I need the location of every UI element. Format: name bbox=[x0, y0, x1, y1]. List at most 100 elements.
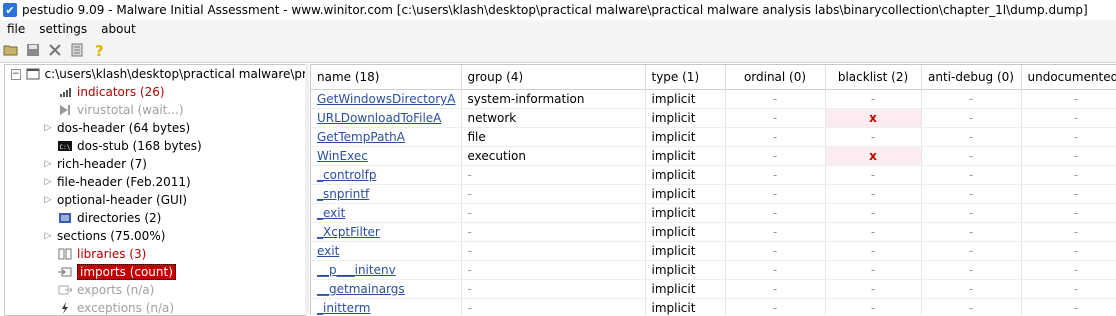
table-row[interactable]: _XcptFilter - implicit - - - - bbox=[311, 222, 1116, 242]
column-header-blacklist[interactable]: blacklist (2) bbox=[825, 65, 922, 90]
cell-type: implicit bbox=[645, 298, 726, 315]
tree-item-optional-header[interactable]: ▷ optional-header (GUI) bbox=[5, 191, 305, 209]
cell-name: _exit bbox=[311, 203, 462, 223]
cell-undocumented: - bbox=[1021, 298, 1116, 315]
column-header-anti-debug[interactable]: anti-debug (0) bbox=[921, 65, 1022, 90]
column-header-ordinal[interactable]: ordinal (0) bbox=[725, 65, 826, 90]
cell-type: implicit bbox=[645, 241, 726, 261]
help-button[interactable]: ? bbox=[88, 39, 110, 61]
cell-ordinal: - bbox=[725, 89, 826, 109]
table-row[interactable]: WinExec execution implicit - x - - bbox=[311, 146, 1116, 166]
close-button[interactable] bbox=[44, 39, 66, 61]
chevron-right-icon[interactable]: ▷ bbox=[43, 177, 53, 187]
column-header-group[interactable]: group (4) bbox=[461, 65, 646, 90]
cell-group: - bbox=[461, 222, 646, 242]
imports-table: name (18) group (4) type (1) ordinal (0)… bbox=[311, 65, 1116, 315]
import-name-link[interactable]: __getmainargs bbox=[317, 282, 405, 296]
tree-item-exceptions[interactable]: exceptions (n/a) bbox=[5, 299, 305, 315]
cell-ordinal: - bbox=[725, 279, 826, 299]
cell-type: implicit bbox=[645, 89, 726, 109]
tree-item-sections[interactable]: ▷ sections (75.00%) bbox=[5, 227, 305, 245]
cell-blacklist: x bbox=[825, 108, 922, 128]
import-name-link[interactable]: URLDownloadToFileA bbox=[317, 111, 441, 125]
import-name-link[interactable]: _controlfp bbox=[317, 168, 376, 182]
tree-root[interactable]: − c:\users\klash\desktop\practical malwa… bbox=[5, 65, 305, 83]
chevron-right-icon[interactable]: ▷ bbox=[43, 159, 53, 169]
table-row[interactable]: _initterm - implicit - - - - bbox=[311, 298, 1116, 315]
cell-blacklist: - bbox=[825, 184, 922, 204]
cell-type: implicit bbox=[645, 184, 726, 204]
import-name-link[interactable]: GetTempPathA bbox=[317, 130, 405, 144]
tree-item-file-header[interactable]: ▷ file-header (Feb.2011) bbox=[5, 173, 305, 191]
cell-antidebug: - bbox=[921, 241, 1022, 261]
open-folder-button[interactable] bbox=[0, 39, 22, 61]
table-row[interactable]: exit - implicit - - - - bbox=[311, 241, 1116, 261]
import-name-link[interactable]: exit bbox=[317, 244, 339, 258]
cell-antidebug: - bbox=[921, 165, 1022, 185]
tree-item-imports[interactable]: imports (count) bbox=[5, 263, 305, 281]
cell-antidebug: - bbox=[921, 298, 1022, 315]
import-name-link[interactable]: _XcptFilter bbox=[317, 225, 380, 239]
import-name-link[interactable]: _initterm bbox=[317, 301, 370, 315]
tree-item-indicators[interactable]: indicators (26) bbox=[5, 83, 305, 101]
cell-group: network bbox=[461, 108, 646, 128]
tree-item-label: dos-header (64 bytes) bbox=[57, 121, 191, 135]
cell-undocumented: - bbox=[1021, 127, 1116, 147]
file-icon bbox=[25, 67, 41, 81]
import-name-link[interactable]: __p___initenv bbox=[317, 263, 396, 277]
menu-about[interactable]: about bbox=[94, 22, 143, 36]
table-row[interactable]: URLDownloadToFileA network implicit - x - - bbox=[311, 108, 1116, 128]
table-row[interactable]: GetTempPathA file implicit - - - - bbox=[311, 127, 1116, 147]
tree-item-label: virustotal (wait...) bbox=[77, 103, 184, 117]
exceptions-icon bbox=[57, 301, 73, 315]
table-row[interactable]: _exit - implicit - - - - bbox=[311, 203, 1116, 223]
tree-item-dos-stub[interactable]: C:\ dos-stub (168 bytes) bbox=[5, 137, 305, 155]
virustotal-icon bbox=[57, 103, 73, 117]
table-row[interactable]: GetWindowsDirectoryA system-information im… bbox=[311, 89, 1116, 109]
tree-item-directories[interactable]: directories (2) bbox=[5, 209, 305, 227]
table-row[interactable]: _controlfp - implicit - - - - bbox=[311, 165, 1116, 185]
tree-item-label: imports (count) bbox=[77, 264, 176, 280]
tree-item-libraries[interactable]: libraries (3) bbox=[5, 245, 305, 263]
chevron-right-icon[interactable]: ▷ bbox=[43, 123, 53, 133]
cell-blacklist: - bbox=[825, 89, 922, 109]
column-header-type[interactable]: type (1) bbox=[645, 65, 726, 90]
cell-undocumented: - bbox=[1021, 184, 1116, 204]
panel-splitter[interactable] bbox=[305, 64, 309, 314]
cell-ordinal: - bbox=[725, 127, 826, 147]
column-header-name[interactable]: name (18) bbox=[311, 65, 462, 90]
menu-settings[interactable]: settings bbox=[32, 22, 94, 36]
column-header-undocumented[interactable]: undocumented bbox=[1021, 65, 1116, 90]
cell-ordinal: - bbox=[725, 146, 826, 166]
import-name-link[interactable]: _snprintf bbox=[317, 187, 369, 201]
cell-undocumented: - bbox=[1021, 241, 1116, 261]
table-row[interactable]: __getmainargs - implicit - - - - bbox=[311, 279, 1116, 299]
tree-item-label: exceptions (n/a) bbox=[77, 301, 175, 315]
tree-item-label: indicators (26) bbox=[77, 85, 165, 99]
tree-item-label: exports (n/a) bbox=[77, 283, 155, 297]
cell-group: - bbox=[461, 203, 646, 223]
cell-group: - bbox=[461, 241, 646, 261]
tree-item-exports[interactable]: exports (n/a) bbox=[5, 281, 305, 299]
tree-item-dos-header[interactable]: ▷ dos-header (64 bytes) bbox=[5, 119, 305, 137]
chevron-right-icon[interactable]: ▷ bbox=[43, 231, 53, 241]
cell-antidebug: - bbox=[921, 203, 1022, 223]
menu-file[interactable]: file bbox=[0, 22, 32, 36]
cell-ordinal: - bbox=[725, 260, 826, 280]
tree-item-virustotal[interactable]: virustotal (wait...) bbox=[5, 101, 305, 119]
cell-group: - bbox=[461, 298, 646, 315]
cell-group: execution bbox=[461, 146, 646, 166]
document-button[interactable] bbox=[66, 39, 88, 61]
cell-name: _controlfp bbox=[311, 165, 462, 185]
import-name-link[interactable]: GetWindowsDirectoryA bbox=[317, 92, 455, 106]
table-row[interactable]: __p___initenv - implicit - - - - bbox=[311, 260, 1116, 280]
cell-ordinal: - bbox=[725, 241, 826, 261]
collapse-icon[interactable]: − bbox=[11, 68, 21, 80]
table-row[interactable]: _snprintf - implicit - - - - bbox=[311, 184, 1116, 204]
cell-name: URLDownloadToFileA bbox=[311, 108, 462, 128]
chevron-right-icon[interactable]: ▷ bbox=[43, 195, 53, 205]
import-name-link[interactable]: _exit bbox=[317, 206, 345, 220]
import-name-link[interactable]: WinExec bbox=[317, 149, 368, 163]
save-button[interactable] bbox=[22, 39, 44, 61]
tree-item-rich-header[interactable]: ▷ rich-header (7) bbox=[5, 155, 305, 173]
